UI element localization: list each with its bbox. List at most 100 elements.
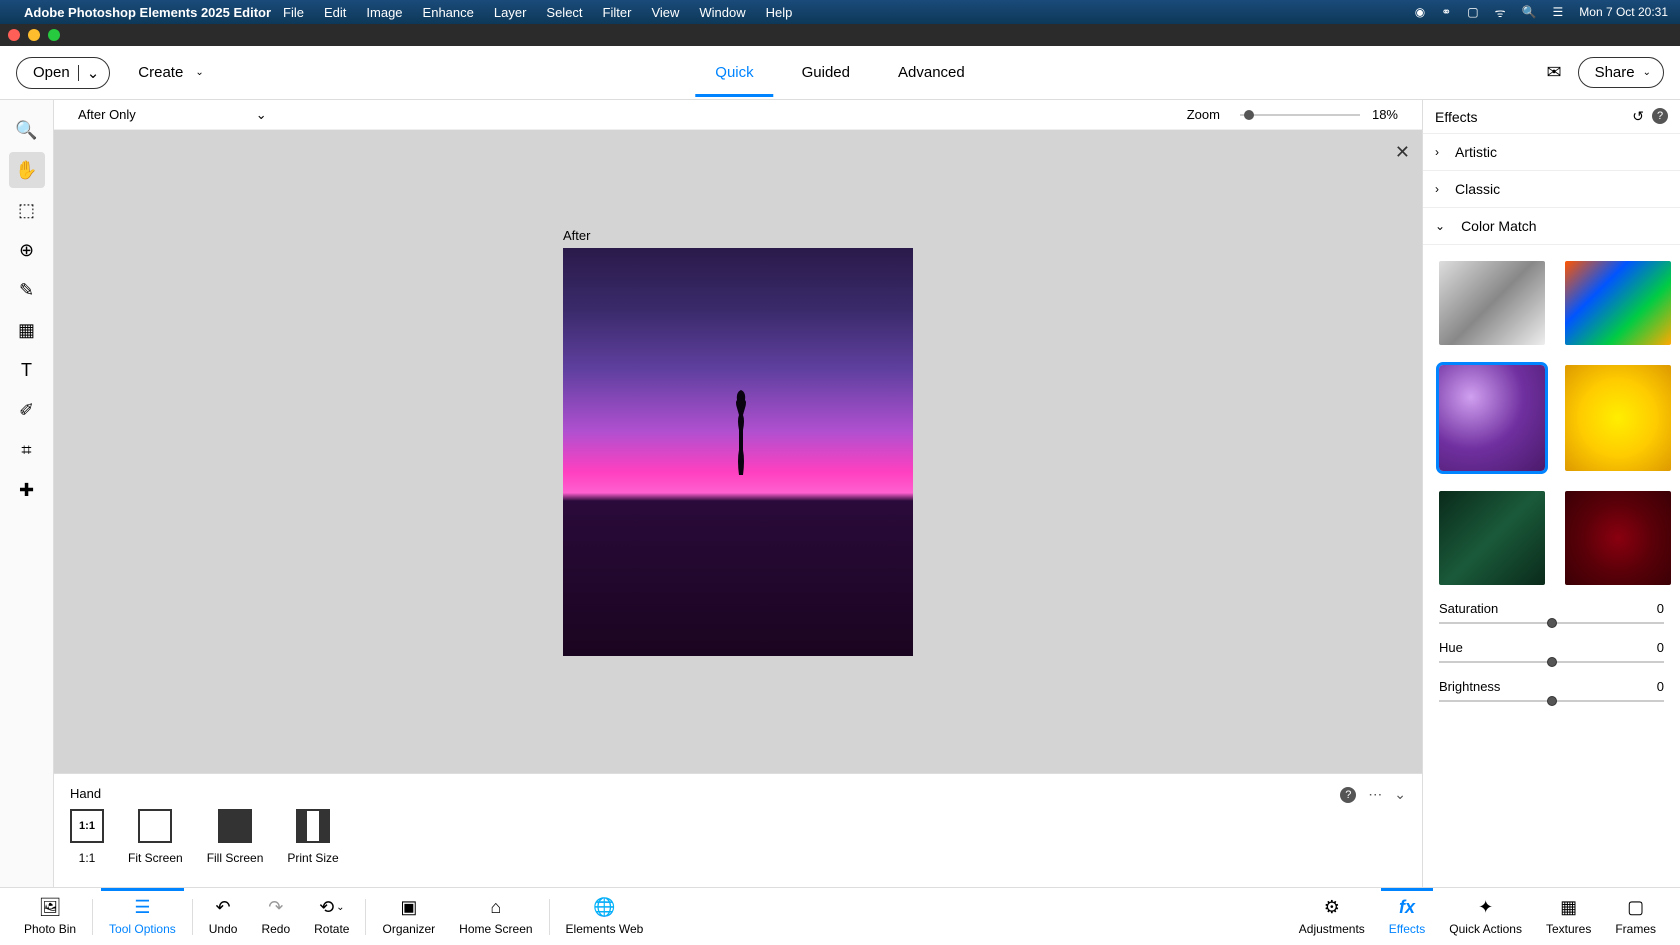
status-battery-icon[interactable]: ▢ [1467, 5, 1478, 19]
preset-thumb-4[interactable] [1565, 365, 1671, 471]
status-recording-icon[interactable]: ◉ [1415, 5, 1425, 19]
mail-icon[interactable]: ✉ [1546, 62, 1561, 83]
stamp-tool[interactable]: ▦ [9, 312, 45, 348]
chevron-right-icon: › [1435, 145, 1439, 159]
tab-advanced[interactable]: Advanced [894, 48, 969, 97]
mode-tabs: Quick Guided Advanced [711, 48, 968, 97]
menu-filter[interactable]: Filter [603, 5, 632, 20]
menu-enhance[interactable]: Enhance [423, 5, 474, 20]
textures-button[interactable]: ▦ Textures [1534, 888, 1603, 945]
menu-view[interactable]: View [651, 5, 679, 20]
frames-button[interactable]: ▢ Frames [1603, 888, 1668, 945]
preset-thumb-5[interactable] [1439, 491, 1545, 585]
status-datetime[interactable]: Mon 7 Oct 20:31 [1579, 5, 1668, 19]
redo-button[interactable]: ↷ Redo [249, 888, 302, 945]
create-button[interactable]: Create ⌄ [138, 64, 203, 81]
reset-icon[interactable]: ↺ [1632, 108, 1644, 125]
window-titlebar [0, 24, 1680, 46]
menu-help[interactable]: Help [766, 5, 793, 20]
zoom-label: Zoom [1187, 107, 1220, 122]
window-zoom-button[interactable] [48, 29, 60, 41]
rotate-button[interactable]: ⟲⌄ Rotate [302, 888, 361, 945]
color-match-thumbnails [1423, 245, 1680, 601]
elements-web-button[interactable]: 🌐 Elements Web [554, 888, 656, 945]
hue-value: 0 [1657, 640, 1664, 655]
zoom-slider[interactable] [1240, 114, 1360, 116]
close-icon[interactable]: ✕ [1395, 142, 1410, 163]
canvas-image[interactable] [563, 248, 913, 656]
macos-menubar: Adobe Photoshop Elements 2025 Editor Fil… [0, 0, 1680, 24]
redeye-tool[interactable]: ⊕ [9, 232, 45, 268]
category-classic[interactable]: › Classic [1423, 171, 1680, 208]
status-control-center-icon[interactable]: ☰ [1553, 5, 1564, 19]
more-icon[interactable]: ⋯ [1368, 786, 1382, 803]
undo-icon: ↶ [216, 897, 231, 918]
window-minimize-button[interactable] [28, 29, 40, 41]
crop-tool[interactable]: ⌗ [9, 432, 45, 468]
help-icon[interactable]: ? [1340, 787, 1356, 803]
preset-thumb-3[interactable] [1439, 365, 1545, 471]
help-icon[interactable]: ? [1652, 108, 1668, 124]
menu-window[interactable]: Window [699, 5, 745, 20]
fit-screen-button[interactable]: Fit Screen [128, 809, 183, 865]
zoom-slider-handle[interactable] [1244, 110, 1254, 120]
share-button[interactable]: Share ⌄ [1578, 57, 1664, 88]
tab-quick[interactable]: Quick [711, 48, 757, 97]
tab-guided[interactable]: Guided [798, 48, 854, 97]
menu-file[interactable]: File [283, 5, 304, 20]
create-label: Create [138, 64, 183, 81]
slider-handle[interactable] [1547, 618, 1557, 628]
zoom-1to1-icon: 1:1 [70, 809, 104, 843]
window-close-button[interactable] [8, 29, 20, 41]
zoom-1to1-button[interactable]: 1:1 1:1 [70, 809, 104, 865]
status-wifi-icon[interactable]: ᯤ [1495, 4, 1506, 21]
tool-options-button[interactable]: ☰ Tool Options [97, 888, 188, 945]
category-color-match[interactable]: ⌄ Color Match [1423, 208, 1680, 245]
menu-image[interactable]: Image [366, 5, 402, 20]
spot-heal-tool[interactable]: ✐ [9, 392, 45, 428]
category-artistic[interactable]: › Artistic [1423, 134, 1680, 171]
status-cluster-icon[interactable]: ⚭ [1441, 5, 1451, 19]
chevron-down-icon: ⌄ [87, 64, 100, 82]
open-button[interactable]: Open ⌄ [16, 57, 110, 89]
hue-slider[interactable] [1439, 661, 1664, 663]
saturation-slider-row: Saturation 0 [1439, 601, 1664, 624]
brush-tool[interactable]: ✎ [9, 272, 45, 308]
quick-actions-icon: ✦ [1478, 897, 1493, 918]
menu-select[interactable]: Select [546, 5, 582, 20]
menu-edit[interactable]: Edit [324, 5, 346, 20]
fill-screen-button[interactable]: Fill Screen [207, 809, 264, 865]
preset-thumb-1[interactable] [1439, 261, 1545, 345]
hue-label: Hue [1439, 640, 1463, 655]
quick-select-tool[interactable]: ⬚ [9, 192, 45, 228]
print-size-button[interactable]: Print Size [287, 809, 338, 865]
adjustments-button[interactable]: ⚙ Adjustments [1287, 888, 1377, 945]
hand-tool[interactable]: ✋ [9, 152, 45, 188]
brightness-slider-row: Brightness 0 [1439, 679, 1664, 702]
text-tool[interactable]: T [9, 352, 45, 388]
organizer-button[interactable]: ▣ Organizer [370, 888, 447, 945]
slider-handle[interactable] [1547, 657, 1557, 667]
saturation-slider[interactable] [1439, 622, 1664, 624]
move-tool[interactable]: ✚ [9, 472, 45, 508]
preset-thumb-2[interactable] [1565, 261, 1671, 345]
menu-layer[interactable]: Layer [494, 5, 527, 20]
chevron-down-icon: ⌄ [1435, 219, 1445, 233]
slider-handle[interactable] [1547, 696, 1557, 706]
image-silhouette [721, 390, 761, 530]
effects-button[interactable]: fx Effects [1377, 888, 1437, 945]
photo-bin-button[interactable]: 🖼 Photo Bin [12, 888, 88, 945]
undo-button[interactable]: ↶ Undo [197, 888, 250, 945]
zoom-tool[interactable]: 🔍 [9, 112, 45, 148]
view-mode-dropdown[interactable]: After Only ⌄ [78, 107, 267, 123]
tool-options-icon: ☰ [134, 897, 150, 918]
chevron-down-icon: ⌄ [1643, 67, 1651, 78]
home-screen-button[interactable]: ⌂ Home Screen [447, 888, 544, 945]
quick-actions-button[interactable]: ✦ Quick Actions [1437, 888, 1534, 945]
photo-bin-icon: 🖼 [39, 897, 62, 918]
collapse-icon[interactable]: ⌄ [1394, 786, 1406, 803]
status-search-icon[interactable]: 🔍 [1522, 5, 1537, 19]
preset-thumb-6[interactable] [1565, 491, 1671, 585]
fill-screen-icon [218, 809, 252, 843]
brightness-slider[interactable] [1439, 700, 1664, 702]
